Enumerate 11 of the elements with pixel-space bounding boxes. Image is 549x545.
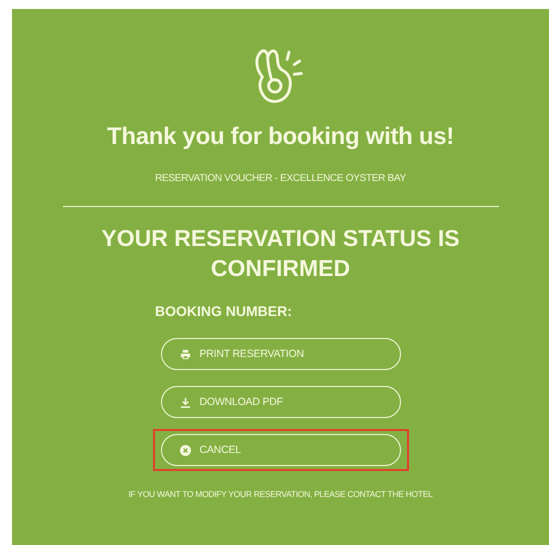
close-icon xyxy=(180,444,190,456)
cancel-button[interactable]: CANCEL xyxy=(160,434,400,466)
footer-note: IF YOU WANT TO MODIFY YOUR RESERVATION, PLEASE CONTACT THE HOTEL xyxy=(128,489,433,499)
thank-you-heading: Thank you for booking with us! xyxy=(107,123,454,151)
status-heading: YOUR RESERVATION STATUS IS CONFIRMED xyxy=(100,224,461,283)
booking-number-label: BOOKING NUMBER: xyxy=(155,303,292,319)
voucher-subtitle: RESERVATION VOUCHER - EXCELLENCE OYSTER BAY xyxy=(155,173,406,184)
download-icon xyxy=(180,396,190,408)
print-button[interactable]: PRINT RESERVATION xyxy=(160,338,400,370)
download-button[interactable]: DOWNLOAD PDF xyxy=(160,386,400,418)
printer-icon xyxy=(180,348,190,360)
